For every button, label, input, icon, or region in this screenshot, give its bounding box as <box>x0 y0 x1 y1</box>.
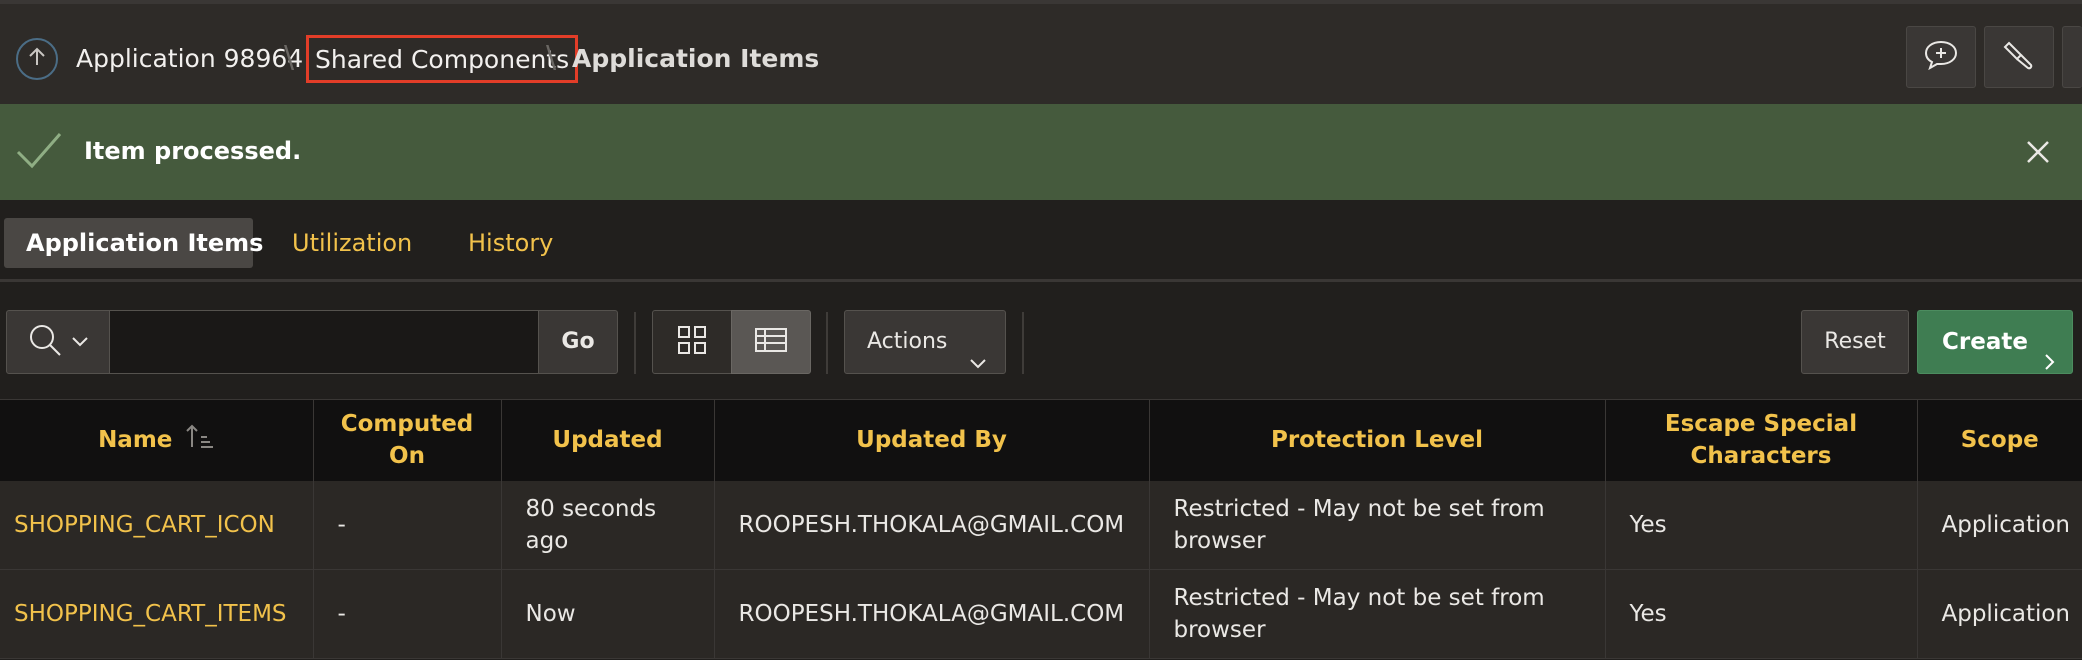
escape-special-characters-cell: Yes <box>1605 480 1918 570</box>
table-view-button[interactable] <box>731 310 811 374</box>
updated-by-cell: ROOPESH.THOKALA@GMAIL.COM <box>714 480 1150 570</box>
report-toolbar: Go Actions Reset Create <box>0 300 2082 400</box>
tab-history[interactable]: History <box>446 218 575 268</box>
search-input[interactable] <box>109 310 539 374</box>
search-column-selector[interactable] <box>6 310 110 374</box>
chevron-down-icon <box>71 333 89 352</box>
more-tools-button[interactable] <box>2062 26 2082 88</box>
actions-label: Actions <box>867 329 948 354</box>
table-header-row: Name Computed On Updated Updated By Prot… <box>0 399 2082 481</box>
chevron-right-icon <box>2044 333 2056 395</box>
success-alert: Item processed. <box>0 104 2082 200</box>
sort-ascending-icon <box>184 423 214 458</box>
tab-utilization[interactable]: Utilization <box>270 218 434 268</box>
column-header-protection-level[interactable]: Protection Level <box>1149 399 1606 481</box>
column-header-scope[interactable]: Scope <box>1917 399 2082 481</box>
column-header-updated-by[interactable]: Updated By <box>714 399 1150 481</box>
computed-on-cell: - <box>313 480 502 570</box>
column-header-escape-special-characters[interactable]: Escape Special Characters <box>1605 399 1918 481</box>
application-items-table: Name Computed On Updated Updated By Prot… <box>0 399 2082 659</box>
alert-message: Item processed. <box>84 137 302 165</box>
tab-application-items[interactable]: Application Items <box>4 218 263 268</box>
column-header-computed-on[interactable]: Computed On <box>313 399 502 481</box>
protection-level-cell: Restricted - May not be set from browser <box>1149 480 1606 570</box>
updated-by-cell: ROOPESH.THOKALA@GMAIL.COM <box>714 569 1150 659</box>
brush-icon <box>2003 39 2035 75</box>
comment-icon <box>1924 40 1958 74</box>
grid-view-icon <box>677 325 707 359</box>
grid-view-button[interactable] <box>652 310 732 374</box>
updated-cell: Now <box>501 569 715 659</box>
search-icon <box>27 322 63 362</box>
reset-button[interactable]: Reset <box>1801 310 1909 374</box>
breadcrumb-shared-components-link[interactable]: Shared Components <box>306 35 579 83</box>
table-row: SHOPPING_CART_ICON - 80 seconds ago ROOP… <box>0 480 2082 570</box>
toolbar-divider <box>634 312 636 374</box>
updated-cell: 80 seconds ago <box>501 480 715 570</box>
breadcrumb-separator: \ <box>284 40 295 75</box>
breadcrumb-separator: \ <box>546 40 557 75</box>
column-header-updated[interactable]: Updated <box>501 399 715 481</box>
table-view-icon <box>754 327 788 357</box>
column-header-label: Name <box>98 426 173 453</box>
breadcrumb-app-link[interactable]: Application 98964 <box>76 40 303 78</box>
column-header-name[interactable]: Name <box>0 399 314 481</box>
scope-cell: Application <box>1917 480 2082 570</box>
computed-on-cell: - <box>313 569 502 659</box>
create-button[interactable]: Create <box>1917 310 2073 374</box>
top-bar: Application 98964 \ Shared Components \ … <box>0 0 2082 104</box>
scope-cell: Application <box>1917 569 2082 659</box>
chevron-down-icon <box>969 333 987 395</box>
create-label: Create <box>1942 329 2028 355</box>
item-name-link[interactable]: SHOPPING_CART_ITEMS <box>0 569 314 659</box>
up-arrow-icon <box>26 46 48 72</box>
close-icon[interactable] <box>2020 134 2056 174</box>
toolbar-divider <box>1022 312 1024 374</box>
go-button[interactable]: Go <box>538 310 618 374</box>
toolbar-divider <box>826 312 828 374</box>
actions-menu-button[interactable]: Actions <box>844 310 1006 374</box>
theme-brush-button[interactable] <box>1984 26 2054 88</box>
item-name-link[interactable]: SHOPPING_CART_ICON <box>0 480 314 570</box>
table-row: SHOPPING_CART_ITEMS - Now ROOPESH.THOKAL… <box>0 569 2082 659</box>
escape-special-characters-cell: Yes <box>1605 569 1918 659</box>
protection-level-cell: Restricted - May not be set from browser <box>1149 569 1606 659</box>
page-tabs: Application Items Utilization History <box>0 210 2082 282</box>
navigate-up-button[interactable] <box>16 38 58 80</box>
page-title: Application Items <box>572 44 820 73</box>
comment-button[interactable] <box>1906 26 1976 88</box>
checkmark-icon <box>14 126 62 178</box>
